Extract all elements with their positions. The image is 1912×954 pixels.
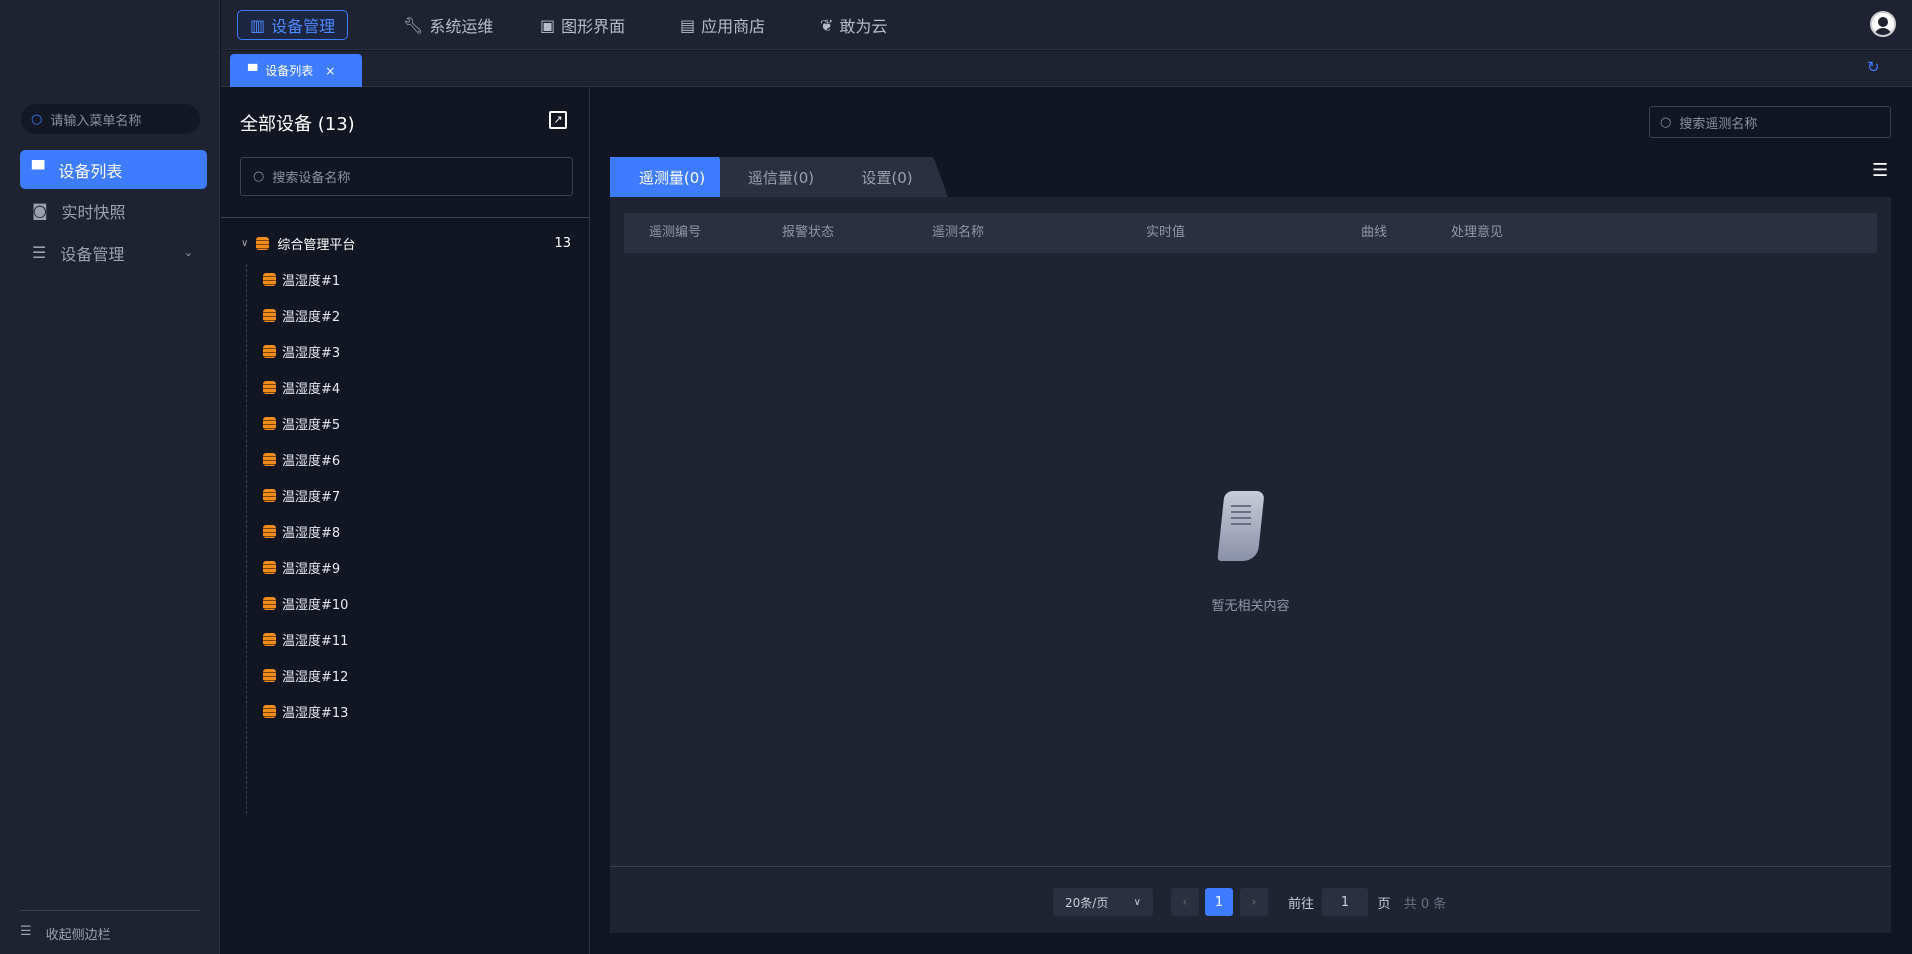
device-tree-panel: 全部设备 (13) ↗ ○ 搜索设备名称 ∨ 综合管理平台 13 温湿度#1 温湿度#2… <box>221 87 590 954</box>
empty-text: 暂无相关内容 <box>1211 599 1290 614</box>
refresh-icon[interactable]: ↻ <box>1867 58 1880 76</box>
tab-settings[interactable]: 设置(0) <box>826 157 948 197</box>
tree-item[interactable]: 温湿度#11 <box>263 630 348 649</box>
search-icon: ○ <box>253 169 265 184</box>
database-icon <box>263 705 276 718</box>
page-size-select[interactable]: 20条/页 ∨ <box>1053 888 1153 916</box>
table-header: 遥测编号 报警状态 遥测名称 实时值 曲线 处理意见 <box>624 213 1877 253</box>
tree-item[interactable]: 温湿度#6 <box>263 450 340 469</box>
prev-page-button[interactable]: ‹ <box>1171 888 1199 916</box>
next-page-button[interactable]: › <box>1240 888 1268 916</box>
close-icon[interactable]: × <box>325 64 335 78</box>
tree-item[interactable]: 温湿度#7 <box>263 486 340 505</box>
database-icon <box>263 489 276 502</box>
search-icon: ○ <box>1660 114 1672 130</box>
database-icon <box>263 525 276 538</box>
wrench-icon: 🔧︎ <box>403 15 424 35</box>
col-value: 实时值 <box>1146 225 1186 240</box>
database-icon <box>263 669 276 682</box>
sidebar: ○ 请输入菜单名称 ▀ 设备列表 ◙ 实时快照 ☰ 设备管理 ⌄ ☰ 收起侧边栏 <box>0 0 220 954</box>
leaf-icon: ❦ <box>820 15 834 35</box>
columns-icon: ▥ <box>250 15 266 35</box>
column-settings-icon[interactable]: ☰ <box>1872 160 1888 181</box>
monitor-icon: ▀ <box>248 63 258 78</box>
database-icon <box>263 309 276 322</box>
search-icon: ○ <box>31 111 43 127</box>
chevron-down-icon: ∨ <box>1133 896 1141 908</box>
menu-search-input[interactable]: ○ 请输入菜单名称 <box>21 104 200 134</box>
monitor-icon: ▣ <box>540 15 556 35</box>
tree-item[interactable]: 温湿度#2 <box>263 306 340 325</box>
database-icon <box>263 273 276 286</box>
tree-item[interactable]: 温湿度#13 <box>263 702 348 721</box>
divider <box>221 217 590 218</box>
database-icon <box>263 417 276 430</box>
nav-system-ops[interactable]: 🔧︎ 系统运维 <box>391 10 505 40</box>
camera-icon: ◙ <box>32 201 48 220</box>
database-icon <box>263 381 276 394</box>
collapse-sidebar-button[interactable]: ☰ 收起侧边栏 <box>20 924 111 943</box>
database-icon <box>263 561 276 574</box>
tree-root[interactable]: ∨ 综合管理平台 13 <box>241 234 571 253</box>
sidebar-item-snapshot[interactable]: ◙ 实时快照 <box>20 191 207 230</box>
sidebar-item-device-management[interactable]: ☰ 设备管理 ⌄ <box>20 233 207 272</box>
chevron-down-icon: ⌄ <box>183 246 193 259</box>
tab-bar: ▀ 设备列表 × ↻ <box>221 51 1912 87</box>
col-curve: 曲线 <box>1361 225 1388 240</box>
col-alarm: 报警状态 <box>782 225 835 240</box>
tab-telesignal[interactable]: 遥信量(0) <box>720 157 842 197</box>
tree-item[interactable]: 温湿度#3 <box>263 342 340 361</box>
avatar[interactable] <box>1870 11 1896 37</box>
tree-item[interactable]: 温湿度#1 <box>263 270 340 289</box>
nav-cloud[interactable]: ❦ 敢为云 <box>808 10 899 40</box>
database-icon <box>263 597 276 610</box>
sidebar-item-device-list[interactable]: ▀ 设备列表 <box>20 150 207 189</box>
tab-device-list[interactable]: ▀ 设备列表 × <box>230 54 362 87</box>
telemetry-search-input[interactable]: ○ 搜索遥测名称 <box>1649 106 1891 138</box>
collapse-icon: ☰ <box>20 924 32 939</box>
nav-app-store[interactable]: ▤ 应用商店 <box>668 10 777 40</box>
tree-item[interactable]: 温湿度#4 <box>263 378 340 397</box>
chevron-down-icon: ∨ <box>241 238 249 249</box>
nav-graphic-ui[interactable]: ▣ 图形界面 <box>528 10 637 40</box>
tree-item[interactable]: 温湿度#8 <box>263 522 340 541</box>
tree-item[interactable]: 温湿度#5 <box>263 414 340 433</box>
database-icon <box>263 633 276 646</box>
database-icon <box>263 345 276 358</box>
tab-telemetry[interactable]: 遥测量(0) <box>610 157 734 197</box>
goto-label: 前往 <box>1287 896 1314 912</box>
store-icon: ▤ <box>680 15 696 35</box>
col-id: 遥测编号 <box>649 225 702 240</box>
server-icon: ☰ <box>32 243 47 262</box>
col-opinion: 处理意见 <box>1451 225 1504 240</box>
tree-item[interactable]: 温湿度#12 <box>263 666 348 685</box>
divider <box>20 910 200 911</box>
tree-item[interactable]: 温湿度#10 <box>263 594 348 613</box>
tree-guide <box>246 264 247 814</box>
divider <box>610 866 1891 867</box>
panel-title: 全部设备 (13) <box>240 114 355 135</box>
goto-page-input[interactable]: 1 <box>1322 888 1368 916</box>
nav-device-management[interactable]: ▥ 设备管理 <box>237 10 349 40</box>
page-unit-label: 页 <box>1377 896 1391 912</box>
database-icon <box>256 237 270 250</box>
monitor-icon: ▀ <box>32 160 45 179</box>
export-icon[interactable]: ↗ <box>549 111 567 129</box>
empty-scroll-icon <box>1211 491 1273 567</box>
total-count: 共 0 条 <box>1403 896 1447 912</box>
top-nav: ▥ 设备管理 🔧︎ 系统运维 ▣ 图形界面 ▤ 应用商店 ❦ 敢为云 <box>221 0 1912 50</box>
device-search-input[interactable]: ○ 搜索设备名称 <box>240 157 573 196</box>
database-icon <box>263 453 276 466</box>
telemetry-panel: 遥测编号 报警状态 遥测名称 实时值 曲线 处理意见 暂无相关内容 <box>610 197 1891 933</box>
tree-item[interactable]: 温湿度#9 <box>263 558 340 577</box>
page-1-button[interactable]: 1 <box>1205 888 1233 916</box>
col-name: 遥测名称 <box>932 225 985 240</box>
